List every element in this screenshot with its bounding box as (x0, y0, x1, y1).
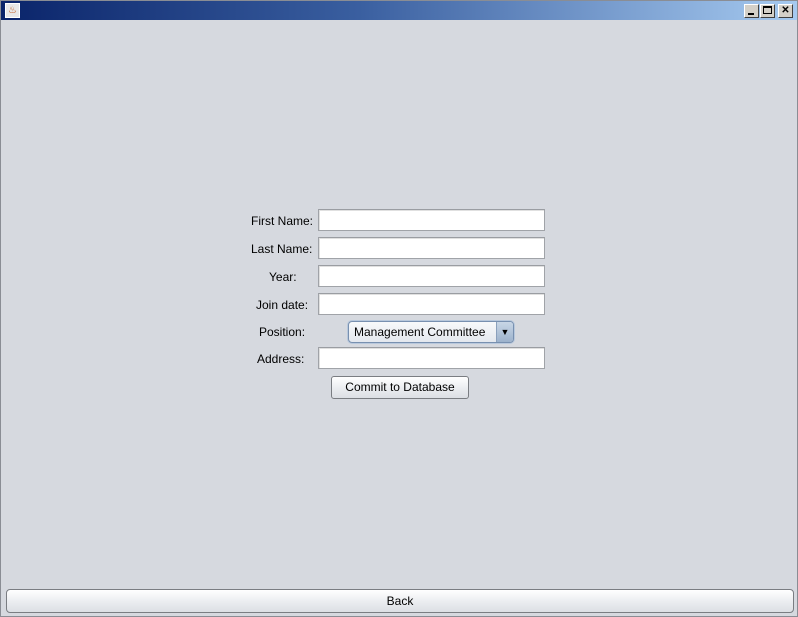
maximize-button[interactable] (760, 4, 775, 18)
close-icon: ✕ (781, 5, 790, 16)
first-name-input[interactable] (318, 209, 545, 231)
join-date-label: Join date: (256, 298, 309, 312)
minimize-icon (748, 13, 754, 15)
commit-to-database-button[interactable]: Commit to Database (331, 376, 469, 399)
minimize-button[interactable] (744, 4, 759, 18)
year-input[interactable] (318, 265, 545, 287)
title-bar[interactable]: ♨ ✕ (1, 1, 797, 20)
position-selected-value: Management Committee (354, 325, 486, 339)
back-button[interactable]: Back (6, 589, 794, 613)
last-name-label: Last Name: (251, 242, 313, 256)
position-dropdown[interactable]: Management Committee ▼ (348, 321, 514, 343)
java-cup-icon[interactable]: ♨ (5, 3, 20, 18)
close-button[interactable]: ✕ (778, 4, 793, 18)
maximize-icon (763, 6, 772, 14)
application-window: ♨ ✕ First Name: Last Name: Year: Join da… (0, 0, 798, 617)
last-name-input[interactable] (318, 237, 545, 259)
address-input[interactable] (318, 347, 545, 369)
position-label: Position: (259, 325, 306, 339)
chevron-down-icon[interactable]: ▼ (496, 322, 513, 342)
first-name-label: First Name: (251, 214, 314, 228)
address-label: Address: (257, 352, 305, 366)
join-date-input[interactable] (318, 293, 545, 315)
year-label: Year: (269, 270, 297, 284)
